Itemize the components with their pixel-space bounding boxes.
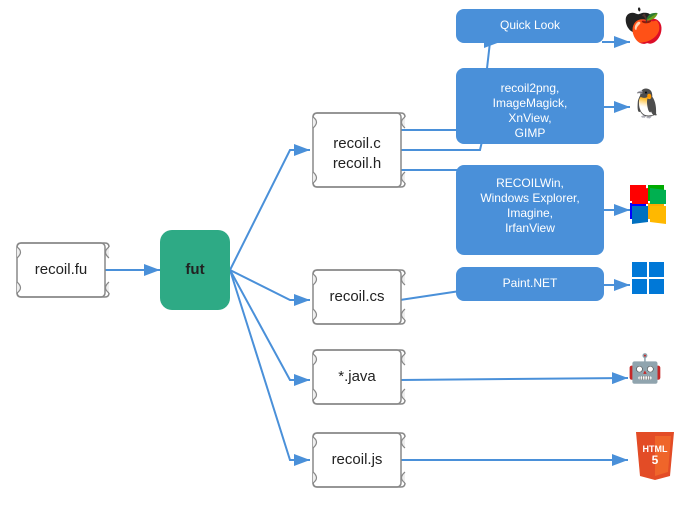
recoil-h-label: recoil.h (333, 155, 381, 172)
apple-icon: 🍎 (630, 11, 665, 45)
win-line1: RECOILWin, (496, 176, 564, 190)
paint-net-label: Paint.NET (503, 276, 558, 290)
linux-line2: ImageMagick, (493, 96, 568, 110)
android-icon: 🤖 (628, 352, 663, 385)
recoil-cs-label: recoil.cs (329, 288, 384, 305)
paint-net-box: Paint.NET (456, 267, 604, 301)
source-node: recoil.fu (17, 243, 109, 297)
recoil-js-label: recoil.js (332, 451, 383, 468)
win-line4: IrfanView (505, 221, 555, 235)
linux-icon: 🐧 (630, 87, 665, 120)
svg-text:🍎: 🍎 (630, 11, 665, 45)
source-label: recoil.fu (35, 261, 88, 278)
win-line3: Imagine, (507, 206, 553, 220)
recoil-ch-node: recoil.c recoil.h (313, 113, 405, 187)
quick-look-label: Quick Look (500, 18, 561, 32)
windows-tools-box: RECOILWin, Windows Explorer, Imagine, Ir… (456, 165, 604, 255)
java-node: *.java (313, 350, 405, 404)
recoil-c-label: recoil.c (333, 135, 381, 152)
linux-line4: GIMP (515, 126, 546, 140)
fut-node: fut (160, 230, 230, 310)
quick-look-box: Quick Look (456, 9, 604, 43)
recoil-cs-node: recoil.cs (313, 270, 405, 324)
svg-text:🐧: 🐧 (630, 87, 665, 120)
fut-label: fut (185, 261, 204, 278)
linux-line1: recoil2png, (501, 81, 560, 95)
linux-line3: XnView, (508, 111, 551, 125)
svg-text:🤖: 🤖 (628, 352, 663, 385)
windows-icon (632, 262, 664, 294)
recoil-js-node: recoil.js (313, 433, 405, 487)
svg-text:5: 5 (652, 453, 659, 467)
java-label: *.java (338, 368, 376, 385)
diagram: recoil.fu fut recoil.c recoil.h recoil.c… (0, 0, 699, 507)
win-line2: Windows Explorer, (480, 191, 579, 205)
linux-tools-box: recoil2png, ImageMagick, XnView, GIMP (456, 68, 604, 144)
html5-icon: HTML 5 (636, 432, 674, 480)
